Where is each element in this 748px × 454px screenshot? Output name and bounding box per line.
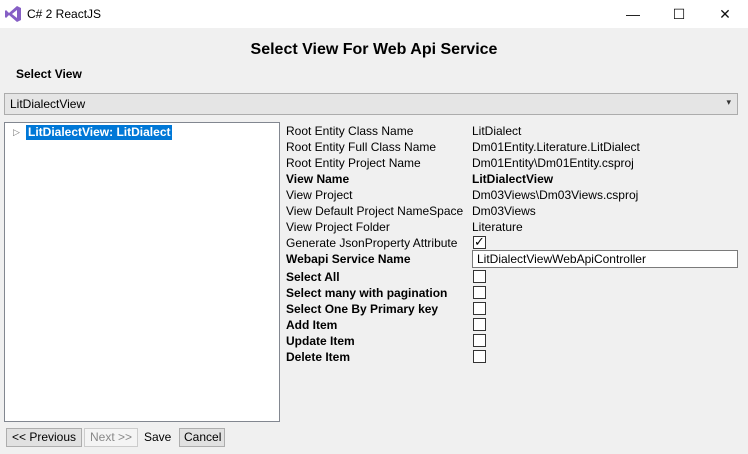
select-many-pagination-checkbox[interactable] [473,286,486,299]
property-label: Root Entity Project Name [286,156,421,170]
property-label: Generate JsonProperty Attribute [286,236,458,250]
property-value: Dm01Entity.Literature.LitDialect [472,140,640,154]
maximize-button[interactable]: ☐ [656,0,702,28]
webapi-service-name-input[interactable] [472,250,738,268]
select-one-by-primary-key-checkbox[interactable] [473,302,486,315]
minimize-button[interactable]: — [610,0,656,28]
property-label: View Default Project NameSpace [286,204,464,218]
property-label: View Project [286,188,353,202]
property-value: Literature [472,220,523,234]
property-row: Update Item [286,333,746,349]
property-row: Select One By Primary key [286,301,746,317]
property-row: Root Entity Full Class Name Dm01Entity.L… [286,139,746,155]
property-row: Root Entity Class Name LitDialect [286,123,746,139]
property-row: Root Entity Project Name Dm01Entity\Dm01… [286,155,746,171]
tree-node-selected[interactable]: LitDialectView: LitDialect [26,125,173,140]
property-row: View Project Folder Literature [286,219,746,235]
close-button[interactable]: ✕ [702,0,748,28]
view-combobox-value: LitDialectView [10,97,86,111]
property-value: LitDialect [472,124,522,138]
property-label: Webapi Service Name [286,252,411,266]
delete-item-checkbox[interactable] [473,350,486,363]
property-row: View Default Project NameSpace Dm03Views [286,203,746,219]
property-row: Select All [286,269,746,285]
property-row: Add Item [286,317,746,333]
property-row: Webapi Service Name [286,250,746,268]
property-label: Delete Item [286,350,351,364]
property-value: LitDialectView [472,172,554,186]
property-label: Add Item [286,318,338,332]
page-heading: Select View For Web Api Service [250,41,498,58]
next-button[interactable]: Next >> [84,428,138,447]
view-combobox[interactable]: LitDialectView ▾ [4,93,738,115]
expand-triangle-icon[interactable]: ▷ [13,127,20,138]
property-label: View Project Folder [286,220,390,234]
property-label: Root Entity Full Class Name [286,140,437,154]
property-row: Select many with pagination [286,285,746,301]
view-tree[interactable]: ▷ LitDialectView: LitDialect [4,122,280,422]
save-button[interactable]: Save [140,428,172,447]
chevron-down-icon[interactable]: ▾ [726,97,731,108]
property-row: View Name LitDialectView [286,171,746,187]
update-item-checkbox[interactable] [473,334,486,347]
property-row: View Project Dm03Views\Dm03Views.csproj [286,187,746,203]
generate-json-property-checkbox[interactable]: ✓ [473,234,486,249]
property-value: Dm03Views\Dm03Views.csproj [472,188,639,202]
select-all-checkbox[interactable] [473,270,486,283]
property-value: Dm01Entity\Dm01Entity.csproj [472,156,634,170]
property-label: Root Entity Class Name [286,124,414,138]
window-title: C# 2 ReactJS [27,7,102,21]
title-bar: C# 2 ReactJS — ☐ ✕ [0,0,748,28]
property-row: Delete Item [286,349,746,365]
property-label: Select All [286,270,340,284]
property-label: Select many with pagination [286,286,448,300]
select-view-label: Select View [16,67,82,81]
property-label: Select One By Primary key [286,302,439,316]
property-label: View Name [286,172,350,186]
previous-button[interactable]: << Previous [6,428,82,447]
add-item-checkbox[interactable] [473,318,486,331]
check-mark-icon: ✓ [474,234,485,249]
property-label: Update Item [286,334,355,348]
property-value: Dm03Views [472,204,536,218]
property-row: Generate JsonProperty Attribute ✓ [286,234,746,251]
cancel-button[interactable]: Cancel [179,428,225,447]
visual-studio-icon [5,6,21,22]
